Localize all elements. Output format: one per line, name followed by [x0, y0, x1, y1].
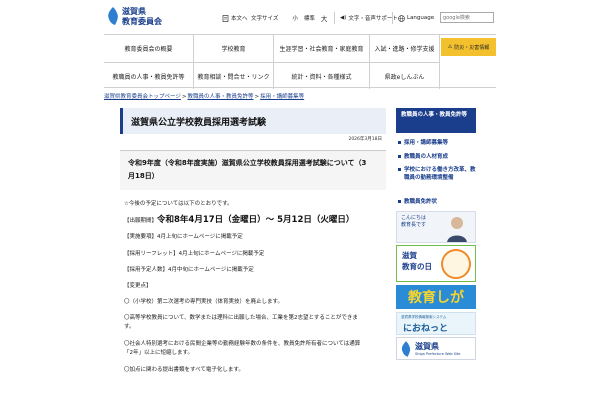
kyoiku-shiga-text: 教育しが: [408, 290, 464, 306]
global-nav: 教育委員会の概要 学校教育 生涯学習・社会教育・家庭教育 入試・進路・修学支援 …: [104, 34, 496, 89]
language-label: Language: [407, 15, 435, 21]
globe-icon: [398, 14, 405, 22]
change-item-1: 〇（小学校）第二次選考の専門実技（体育実技）を廃止します。: [124, 299, 283, 305]
nav-item-entrance-exams[interactable]: 入試・進路・修学支援: [370, 35, 440, 62]
side-nav-header[interactable]: 教職員の人事・教員免許等: [396, 108, 476, 133]
shiga-pref-banner[interactable]: 滋賀県 Shiga Prefecture Web Site: [396, 337, 476, 360]
change-item-2: 〇高等学校教員について、数学または理科に出願した場合、工業を第2志望とすることが…: [124, 315, 358, 321]
breadcrumb-link-top[interactable]: 滋賀県教育委員会トップページ: [104, 94, 181, 100]
shiga-pref-name: 滋賀県: [415, 342, 439, 351]
breadcrumb-link-personnel[interactable]: 教職員の人事・教員免許等: [188, 94, 254, 100]
nionet-caption: 滋賀県学校情報検索システム: [401, 315, 447, 319]
period-label: 【出願期間】: [124, 218, 158, 224]
logo-line2: 教育委員会: [122, 17, 162, 26]
text-only-label: 本文へ: [231, 16, 248, 22]
site-header: 滋賀県 教育委員会 本文へ 文字サイズ 小 標準 大 ◀) 文字・音声サポート …: [0, 0, 600, 34]
side-nav-item-training[interactable]: 教職員の人材育成: [398, 153, 448, 161]
notice-line1: 令和9年度（令和8年度実施）滋賀県公立学校教員採用選考試験について（3: [128, 159, 367, 167]
page-title: 滋賀県公立学校教員採用選考試験: [120, 108, 386, 134]
nav-item-overview[interactable]: 教育委員会の概要: [104, 35, 194, 62]
nionet-banner[interactable]: 滋賀県学校情報検索システム におねっと: [396, 312, 476, 335]
change-item-3: 〇社会人特別選考における民間企業等の勤務経験年数の条件を、教員免許所有者について…: [124, 341, 361, 347]
nionet-name: におねっと: [403, 324, 449, 334]
warning-icon: ⚠: [447, 44, 453, 50]
bullet-icon: [398, 155, 401, 158]
shiga-mark-icon: [401, 341, 411, 357]
font-size-control: 文字サイズ 小 標準 大: [251, 11, 327, 25]
hire-count-text: 【採用予定人数】4月中旬にホームページに掲載予定: [124, 267, 254, 273]
nav-item-personnel[interactable]: 教職員の人事・教員免許等: [104, 62, 194, 89]
application-period: 【出願期間】令和8年4月17日（金曜日）～ 5月12日（火曜日）: [124, 213, 354, 225]
person-icon: [447, 217, 467, 242]
site-logo[interactable]: 滋賀県 教育委員会: [106, 6, 166, 28]
font-size-standard-button[interactable]: 標準: [304, 14, 315, 22]
superintendent-banner[interactable]: こんにちは 教育長です: [396, 211, 476, 243]
breadcrumb: 滋賀県教育委員会トップページ>教職員の人事・教員免許等>採用・講師募集等: [104, 94, 305, 100]
font-size-small-button[interactable]: 小: [292, 14, 298, 22]
publish-date: 2026年3月18日: [348, 137, 382, 142]
kyoiku-shiga-banner[interactable]: 教育しが: [396, 285, 476, 309]
side-nav-item-license[interactable]: 教職員免許状: [398, 198, 437, 206]
speaker-icon: ◀): [340, 15, 347, 21]
change-item-3-cont: 「2年」以上に短縮します。: [124, 350, 193, 356]
change-item-4: 〇加点に関わる提出書類をすべて電子化します。: [124, 367, 244, 373]
document-icon: [222, 14, 229, 22]
superintendent-banner-text: こんにちは 教育長です: [401, 215, 427, 228]
language-link[interactable]: Language: [398, 11, 434, 25]
side-nav-item-work-style[interactable]: 学校における働き方改革、教職員の勤務環境整備: [398, 166, 476, 182]
notice-heading: 令和9年度（令和8年度実施）滋賀県公立学校教員採用選考試験について（3 月18日…: [120, 150, 386, 190]
nav-item-lifelong-learning[interactable]: 生涯学習・社会教育・家庭教育: [274, 35, 370, 62]
divider: [334, 12, 335, 24]
text-only-link[interactable]: 本文へ: [222, 11, 248, 25]
leaflet-text: 【採用リーフレット】4月上旬にホームページに掲載予定: [124, 251, 265, 257]
disaster-info-button[interactable]: ⚠ 防災・災害情報: [441, 38, 496, 56]
font-size-label: 文字サイズ: [251, 16, 279, 22]
bullet-icon: [398, 141, 401, 144]
speech-support-label: 文字・音声サポート: [348, 16, 398, 22]
period-value: 令和8年4月17日（金曜日）～ 5月12日（火曜日）: [157, 215, 355, 225]
shiga-mark-icon: [108, 7, 118, 25]
disaster-info-label: 防災・災害情報: [454, 44, 490, 51]
search-input[interactable]: [440, 12, 494, 23]
bullet-icon: [398, 168, 401, 171]
nav-item-statistics[interactable]: 統計・資料・各種様式: [274, 62, 370, 89]
nav-item-school-education[interactable]: 学校教育: [194, 35, 274, 62]
changes-header: 【変更点】: [124, 283, 152, 289]
education-day-emblem-icon: [441, 249, 471, 279]
intro-text: ☆今後の予定については以下のとおりです。: [124, 201, 233, 207]
guidelines-text: 【実施要項】4月上旬にホームページに掲載予定: [124, 234, 243, 240]
bullet-icon: [398, 200, 401, 203]
shiga-pref-sub: Shiga Prefecture Web Site: [415, 352, 461, 356]
speech-support-link[interactable]: ◀) 文字・音声サポート: [340, 11, 398, 25]
education-day-text: 滋賀 教育の日: [402, 251, 432, 271]
nav-item-e-shinbun[interactable]: 県政eしんぶん: [370, 62, 440, 89]
divider: [392, 12, 393, 24]
side-nav-item-recruitment[interactable]: 採用・講師募集等: [398, 139, 448, 147]
nav-item-consultation[interactable]: 教育相談・問合せ・リンク: [194, 62, 274, 89]
breadcrumb-link-recruitment[interactable]: 採用・講師募集等: [260, 94, 304, 100]
change-item-2-cont: す。: [124, 324, 135, 330]
notice-line2: 月18日）: [128, 172, 159, 180]
font-size-large-button[interactable]: 大: [321, 13, 328, 23]
education-day-banner[interactable]: 滋賀 教育の日: [396, 245, 476, 282]
